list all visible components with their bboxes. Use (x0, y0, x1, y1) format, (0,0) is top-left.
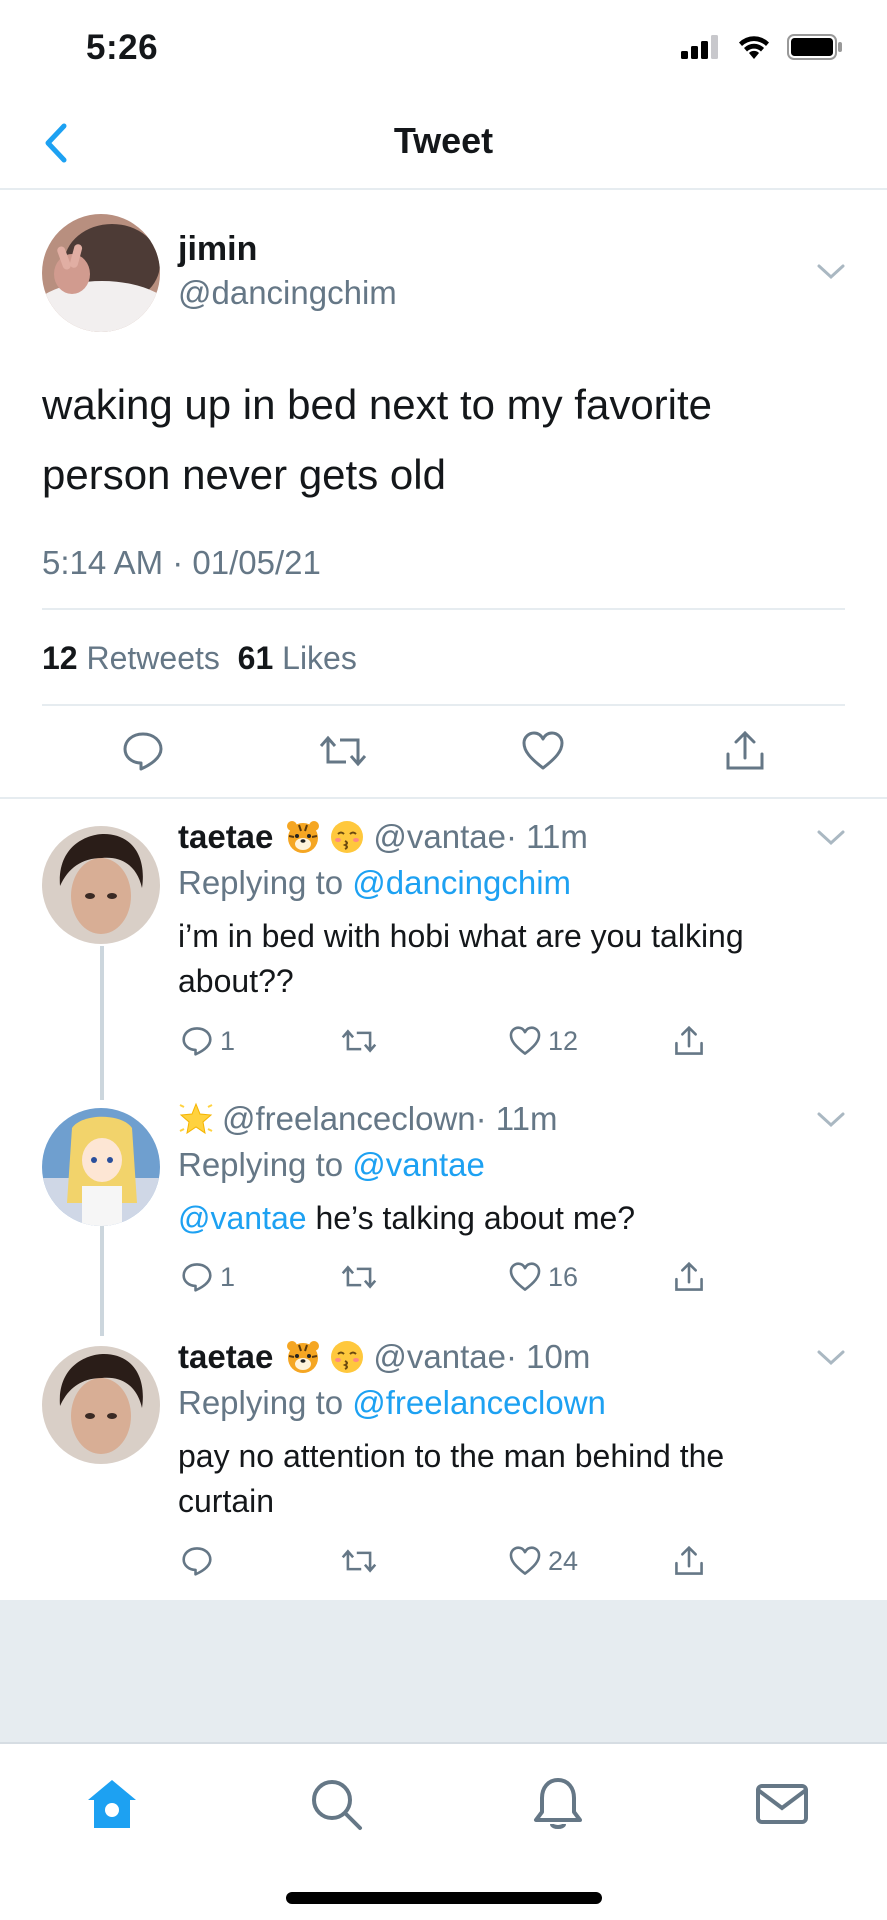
retweet-icon[interactable] (318, 728, 368, 774)
search-icon[interactable] (306, 1774, 366, 1834)
kissing-face-emoji (331, 821, 364, 853)
reply-icon (182, 1263, 212, 1292)
wifi-icon (739, 36, 769, 59)
reply-icon (182, 1547, 212, 1576)
tiger-face-emoji (287, 1341, 320, 1373)
reply-button[interactable]: 1 (180, 1260, 235, 1294)
reply-handle[interactable]: @vantae (373, 1338, 506, 1376)
reply-author-name[interactable]: taetae (178, 1338, 273, 1376)
like-count: 12 (548, 1025, 579, 1056)
share-icon (675, 1025, 703, 1055)
share-button[interactable] (672, 1260, 706, 1294)
reply-count: 1 (220, 1261, 236, 1292)
reply-text: i’m in bed with hobi what are you talkin… (178, 918, 744, 999)
replying-to: Replying to @vantae (178, 1146, 485, 1184)
reply-handle[interactable]: @freelanceclown (222, 1100, 476, 1138)
share-button[interactable] (672, 1544, 706, 1578)
reply-time: · 10m (505, 1338, 591, 1375)
empty-area (0, 1600, 887, 1742)
share-icon (675, 1545, 703, 1575)
chevron-down-icon[interactable] (816, 262, 846, 282)
thread-line (100, 946, 104, 1100)
like-count: 24 (548, 1545, 579, 1576)
reply-header: @freelanceclown · 11m (178, 1100, 558, 1138)
retweet-button[interactable] (340, 1260, 384, 1294)
retweet-button[interactable] (340, 1544, 384, 1578)
like-heart-icon (509, 1546, 541, 1575)
battery-icon (787, 34, 842, 60)
replying-to-label: Replying to (178, 1146, 353, 1183)
like-button[interactable]: 12 (508, 1024, 578, 1058)
kissing-face-emoji (331, 1341, 364, 1373)
like-label[interactable]: Likes (282, 640, 357, 676)
share-button[interactable] (672, 1024, 706, 1058)
avatar[interactable] (42, 214, 160, 332)
retweet-icon (341, 1549, 377, 1573)
retweet-count[interactable]: 12 (42, 640, 78, 676)
status-icons (681, 34, 843, 60)
share-icon (675, 1261, 703, 1291)
reply-time: · 11m (475, 1100, 558, 1137)
replying-to: Replying to @dancingchim (178, 864, 571, 902)
avatar[interactable] (42, 1346, 160, 1464)
replying-to: Replying to @freelanceclown (178, 1384, 606, 1422)
chevron-down-icon[interactable] (816, 828, 846, 848)
retweet-label[interactable]: Retweets (86, 640, 219, 676)
like-button[interactable]: 16 (508, 1260, 578, 1294)
cellular-signal-icon (681, 35, 718, 59)
replying-to-label: Replying to (178, 1384, 353, 1421)
replying-to-handle[interactable]: @dancingchim (352, 864, 571, 901)
reply-header: taetae @vantae · 10m (178, 1338, 590, 1376)
mention-link[interactable]: @vantae (178, 1200, 307, 1236)
reply-icon (182, 1027, 212, 1056)
nav-bar: Tweet (0, 96, 887, 190)
divider (42, 608, 845, 610)
tweet-text: waking up in bed next to my favorite per… (42, 381, 713, 498)
reply-count: 1 (220, 1025, 236, 1056)
replying-to-label: Replying to (178, 864, 353, 901)
replying-to-handle[interactable]: @freelanceclown (352, 1384, 606, 1421)
avatar[interactable] (42, 826, 160, 944)
notifications-bell-icon[interactable] (528, 1774, 588, 1834)
like-heart-icon[interactable] (520, 728, 566, 774)
home-indicator[interactable] (286, 1892, 602, 1904)
divider (0, 797, 887, 799)
divider (42, 704, 845, 706)
glowing-star-emoji (179, 1102, 213, 1135)
like-button[interactable]: 24 (508, 1544, 578, 1578)
author-name[interactable]: jimin (178, 230, 257, 269)
like-count[interactable]: 61 (238, 640, 274, 676)
status-bar: 5:26 (0, 0, 887, 96)
reply-button[interactable] (180, 1544, 220, 1578)
like-heart-icon (509, 1026, 541, 1055)
chevron-down-icon[interactable] (816, 1348, 846, 1368)
tweet-timestamp: 5:14 AM · 01/05/21 (42, 544, 321, 581)
reply-handle[interactable]: @vantae (373, 818, 506, 856)
reply-icon[interactable] (120, 728, 166, 774)
replying-to-handle[interactable]: @vantae (352, 1146, 485, 1183)
retweet-icon (341, 1265, 377, 1289)
thread-line (100, 1226, 104, 1336)
tiger-face-emoji (287, 821, 320, 853)
reply-author-name[interactable]: taetae (178, 818, 273, 856)
home-icon[interactable] (82, 1774, 142, 1834)
reply-text: @vantae he’s talking about me? (178, 1196, 828, 1241)
reply-text-body: he’s talking about me? (306, 1200, 636, 1236)
avatar[interactable] (42, 1108, 160, 1226)
tweet-stats: 12 Retweets 61 Likes (42, 640, 357, 677)
page-title: Tweet (393, 120, 494, 161)
like-heart-icon (509, 1262, 541, 1291)
author-handle[interactable]: @dancingchim (178, 274, 397, 312)
messages-mail-icon[interactable] (752, 1774, 812, 1834)
share-icon[interactable] (722, 728, 768, 774)
reply-time: · 11m (505, 818, 588, 855)
reply-header: taetae @vantae · 11m (178, 818, 588, 856)
reply-button[interactable]: 1 (180, 1024, 235, 1058)
retweet-button[interactable] (340, 1024, 384, 1058)
chevron-down-icon[interactable] (816, 1110, 846, 1130)
retweet-icon (341, 1029, 377, 1053)
like-count: 16 (548, 1261, 579, 1292)
reply-text: pay no attention to the man behind the c… (178, 1438, 725, 1519)
status-time: 5:26 (86, 28, 159, 67)
